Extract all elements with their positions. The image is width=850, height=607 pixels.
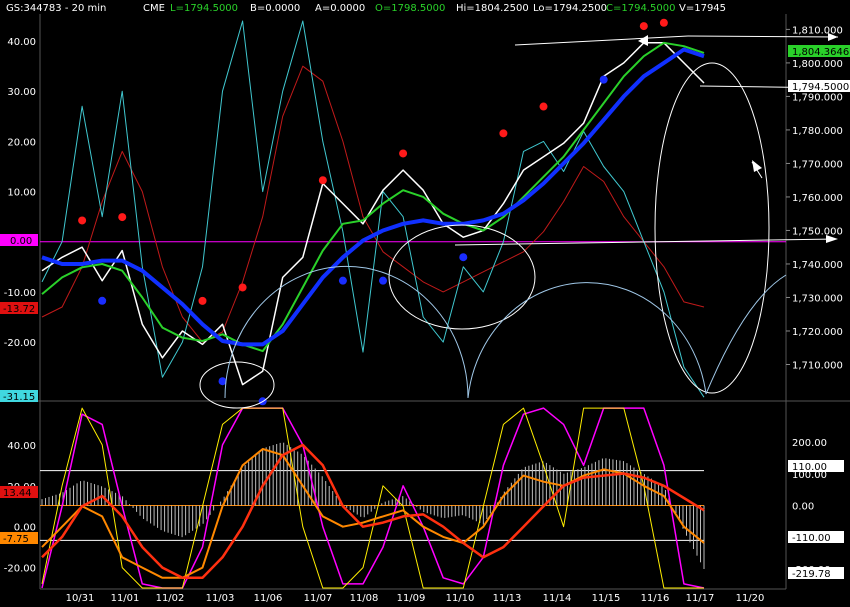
date-tick: 11/20 bbox=[736, 593, 765, 604]
date-tick: 11/06 bbox=[254, 593, 283, 604]
red-signal-dot bbox=[118, 213, 127, 222]
upper-left-tick: 20.00 bbox=[7, 137, 36, 148]
upper-right-tick: 1,780.000 bbox=[792, 126, 843, 137]
date-tick: 10/31 bbox=[66, 593, 95, 604]
level-110-tag: 110.00 bbox=[792, 462, 827, 473]
upper-right-tick: 1,720.000 bbox=[792, 327, 843, 338]
date-tick: 11/03 bbox=[206, 593, 235, 604]
upper-left-tick: 40.00 bbox=[7, 37, 36, 48]
red-signal-dot bbox=[318, 176, 327, 185]
red-signal-dot bbox=[539, 102, 548, 111]
header-open: O=1798.5000 bbox=[375, 3, 445, 14]
level-neg110-tag: -110.00 bbox=[792, 533, 831, 544]
date-tick: 11/07 bbox=[304, 593, 333, 604]
last-value-tag: -219.78 bbox=[792, 569, 831, 580]
date-tick: 11/09 bbox=[397, 593, 426, 604]
red-tag: -13.72 bbox=[3, 304, 35, 315]
red-signal-dot bbox=[198, 296, 207, 305]
red-signal-dot bbox=[639, 22, 648, 31]
date-tick: 11/08 bbox=[350, 593, 379, 604]
header-low: Lo=1794.2500 bbox=[533, 3, 607, 14]
upper-right-tick: 1,770.000 bbox=[792, 159, 843, 170]
header-symbol: GS:344783 - 20 min bbox=[6, 3, 106, 14]
blue-signal-dot bbox=[599, 75, 608, 84]
lower-red-tag: 13.44 bbox=[3, 488, 32, 499]
header-exchange: CME bbox=[143, 3, 165, 14]
header-last: L=1794.5000 bbox=[170, 3, 238, 14]
blue-signal-dot bbox=[379, 276, 388, 285]
blue-signal-dot bbox=[459, 253, 468, 262]
lower-right-tick: 0.00 bbox=[792, 502, 814, 513]
header-volume: V=17945 bbox=[679, 3, 726, 14]
date-tick: 11/13 bbox=[493, 593, 522, 604]
lower-right-tick: 200.00 bbox=[792, 438, 827, 449]
lower-left-tick: -20.00 bbox=[4, 564, 36, 575]
date-tick: 11/10 bbox=[446, 593, 475, 604]
last-tag: 1,794.5000 bbox=[792, 82, 849, 93]
upper-right-tick: 1,810.000 bbox=[792, 25, 843, 36]
upper-left-tick: -10.00 bbox=[4, 288, 36, 299]
red-signal-dot bbox=[399, 149, 408, 158]
lower-left-tick: 40.00 bbox=[7, 441, 36, 452]
header-bid: B=0.0000 bbox=[250, 3, 300, 14]
upper-right-tick: 1,790.000 bbox=[792, 92, 843, 103]
date-tick: 11/15 bbox=[592, 593, 621, 604]
zero-tag: 0.00 bbox=[10, 236, 32, 247]
upper-left-tick: 10.00 bbox=[7, 188, 36, 199]
date-axis: 10/31 11/01 11/02 11/03 11/06 11/07 11/08 11/09… bbox=[66, 593, 765, 604]
date-tick: 11/16 bbox=[641, 593, 670, 604]
date-tick: 11/02 bbox=[156, 593, 185, 604]
upper-left-tick: 30.00 bbox=[7, 87, 36, 98]
header-high: Hi=1804.2500 bbox=[456, 3, 529, 14]
red-signal-dot bbox=[238, 283, 247, 292]
header-ask: A=0.0000 bbox=[315, 3, 365, 14]
upper-right-tick: 1,750.000 bbox=[792, 226, 843, 237]
upper-right-tick: 1,760.000 bbox=[792, 193, 843, 204]
date-tick: 11/14 bbox=[543, 593, 572, 604]
red-signal-dot bbox=[78, 216, 87, 225]
upper-right-tick: 1,730.000 bbox=[792, 293, 843, 304]
blue-signal-dot bbox=[98, 296, 107, 305]
lower-orange-tag: -7.75 bbox=[3, 534, 29, 545]
upper-right-tick: 1,800.000 bbox=[792, 59, 843, 70]
red-signal-dot bbox=[499, 129, 508, 138]
red-signal-dot bbox=[659, 18, 668, 27]
upper-left-tick: -20.00 bbox=[4, 338, 36, 349]
low-tag: -31.15 bbox=[3, 392, 35, 403]
date-tick: 11/17 bbox=[686, 593, 715, 604]
chart-canvas: GS:344783 - 20 min CME L=1794.5000 B=0.0… bbox=[0, 0, 850, 607]
price-tag: 1,804.3646 bbox=[792, 47, 849, 58]
blue-signal-dot bbox=[338, 276, 347, 285]
header-close: C=1794.5000 bbox=[606, 3, 675, 14]
date-tick: 11/01 bbox=[111, 593, 140, 604]
upper-right-tick: 1,710.000 bbox=[792, 360, 843, 371]
upper-right-tick: 1,740.000 bbox=[792, 260, 843, 271]
